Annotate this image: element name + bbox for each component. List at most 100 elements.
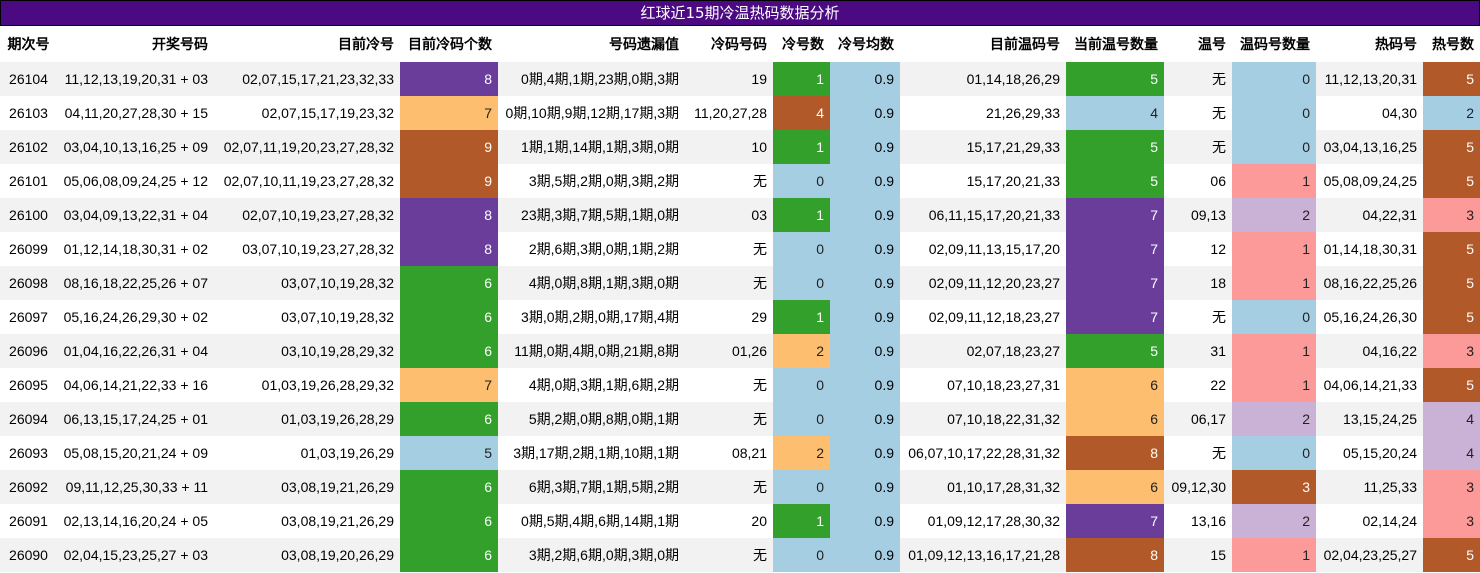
table-row: 26093 05,08,15,20,21,24 + 09 01,03,19,26,2… — [0, 436, 1480, 470]
table-cell: 0.9 — [830, 198, 900, 232]
table-cell: 15 — [1164, 538, 1232, 572]
table-row: 26094 06,13,15,17,24,25 + 01 01,03,19,26,2… — [0, 402, 1480, 436]
table-cell: 01,14,18,26,29 — [900, 62, 1066, 96]
table-cell: 5 — [1066, 130, 1164, 164]
table-cell: 无 — [685, 538, 773, 572]
header-cell[interactable]: 温号 — [1164, 26, 1232, 62]
table-cell: 0.9 — [830, 504, 900, 538]
table-cell: 2期,6期,3期,0期,1期,2期 — [498, 232, 685, 266]
table-cell: 02,14,24 — [1316, 504, 1423, 538]
data-table: 期次号 开奖号码 目前冷号 目前冷码个数 号码遗漏值 冷码号码 冷号数 冷号均数… — [0, 26, 1480, 572]
table-cell: 3 — [1423, 198, 1480, 232]
table-cell: 03,04,09,13,22,31 + 04 — [57, 198, 214, 232]
table-cell: 26096 — [0, 334, 57, 368]
table-row: 26090 02,04,15,23,25,27 + 03 03,08,19,20,2… — [0, 538, 1480, 572]
table-cell: 0 — [1232, 62, 1316, 96]
header-cell[interactable]: 目前冷号 — [214, 26, 400, 62]
table-cell: 26099 — [0, 232, 57, 266]
table-cell: 26094 — [0, 402, 57, 436]
table-cell: 7 — [1066, 232, 1164, 266]
table-cell: 3 — [1423, 470, 1480, 504]
table-cell: 21,26,29,33 — [900, 96, 1066, 130]
table-cell: 无 — [685, 402, 773, 436]
table-cell: 04,06,14,21,33 — [1316, 368, 1423, 402]
table-row: 26102 03,04,10,13,16,25 + 09 02,07,11,19,2… — [0, 130, 1480, 164]
table-cell: 19 — [685, 62, 773, 96]
header-cell[interactable]: 冷码号码 — [685, 26, 773, 62]
table-cell: 1 — [773, 504, 830, 538]
table-cell: 02,13,14,16,20,24 + 05 — [57, 504, 214, 538]
table-row: 26100 03,04,09,13,22,31 + 04 02,07,10,19,2… — [0, 198, 1480, 232]
table-cell: 26101 — [0, 164, 57, 198]
header-cell[interactable]: 冷号数 — [773, 26, 830, 62]
table-cell: 04,06,14,21,22,33 + 16 — [57, 368, 214, 402]
table-body: 26104 11,12,13,19,20,31 + 03 02,07,15,17,2… — [0, 62, 1480, 572]
table-cell: 无 — [685, 368, 773, 402]
table-cell: 11,12,13,19,20,31 + 03 — [57, 62, 214, 96]
table-cell: 8 — [1066, 538, 1164, 572]
table-cell: 03,04,10,13,16,25 + 09 — [57, 130, 214, 164]
table-cell: 02,07,15,17,21,23,32,33 — [214, 62, 400, 96]
table-cell: 03,07,10,19,28,32 — [214, 266, 400, 300]
table-cell: 5 — [1423, 368, 1480, 402]
table-cell: 06,17 — [1164, 402, 1232, 436]
table-cell: 3期,17期,2期,1期,10期,1期 — [498, 436, 685, 470]
header-cell[interactable]: 开奖号码 — [57, 26, 214, 62]
table-cell: 1 — [773, 130, 830, 164]
table-cell: 02,04,23,25,27 — [1316, 538, 1423, 572]
table-cell: 2 — [1232, 504, 1316, 538]
header-cell[interactable]: 热号数 — [1423, 26, 1480, 62]
table-cell: 7 — [1066, 266, 1164, 300]
table-cell: 02,07,10,11,19,23,27,28,32 — [214, 164, 400, 198]
table-cell: 26095 — [0, 368, 57, 402]
table-cell: 26102 — [0, 130, 57, 164]
header-cell[interactable]: 目前温码号 — [900, 26, 1066, 62]
table-cell: 05,16,24,26,30 — [1316, 300, 1423, 334]
header-cell[interactable]: 冷号均数 — [830, 26, 900, 62]
table-cell: 04,16,22 — [1316, 334, 1423, 368]
header-cell[interactable]: 期次号 — [0, 26, 57, 62]
table-cell: 06 — [1164, 164, 1232, 198]
table-cell: 1 — [773, 300, 830, 334]
table-cell: 无 — [1164, 62, 1232, 96]
table-cell: 1 — [1232, 266, 1316, 300]
table-cell: 12 — [1164, 232, 1232, 266]
table-cell: 6 — [1066, 470, 1164, 504]
header-cell[interactable]: 热码号 — [1316, 26, 1423, 62]
table-cell: 01,26 — [685, 334, 773, 368]
table-cell: 26100 — [0, 198, 57, 232]
table-cell: 0期,5期,4期,6期,14期,1期 — [498, 504, 685, 538]
table-cell: 02,04,15,23,25,27 + 03 — [57, 538, 214, 572]
table-cell: 1 — [1232, 538, 1316, 572]
table-cell: 0 — [773, 368, 830, 402]
table-cell: 7 — [1066, 300, 1164, 334]
header-cell[interactable]: 号码遗漏值 — [498, 26, 685, 62]
table-cell: 15,17,21,29,33 — [900, 130, 1066, 164]
table-cell: 03,04,13,16,25 — [1316, 130, 1423, 164]
table-cell: 0 — [1232, 436, 1316, 470]
table-cell: 0 — [773, 470, 830, 504]
header-cell[interactable]: 目前冷码个数 — [400, 26, 498, 62]
table-cell: 无 — [685, 266, 773, 300]
table-cell: 18 — [1164, 266, 1232, 300]
table-cell: 8 — [400, 232, 498, 266]
table-cell: 3期,0期,2期,0期,17期,4期 — [498, 300, 685, 334]
table-cell: 02,09,11,12,18,23,27 — [900, 300, 1066, 334]
table-cell: 05,08,09,24,25 — [1316, 164, 1423, 198]
table-cell: 0期,4期,1期,23期,0期,3期 — [498, 62, 685, 96]
table-cell: 6 — [400, 504, 498, 538]
table-cell: 2 — [773, 436, 830, 470]
table-row: 26095 04,06,14,21,22,33 + 16 01,03,19,26,2… — [0, 368, 1480, 402]
table-cell: 01,12,14,18,30,31 + 02 — [57, 232, 214, 266]
header-cell[interactable]: 温码号数量 — [1232, 26, 1316, 62]
table-cell: 26090 — [0, 538, 57, 572]
table-cell: 02,07,18,23,27 — [900, 334, 1066, 368]
table-cell: 无 — [1164, 130, 1232, 164]
table-cell: 26091 — [0, 504, 57, 538]
table-cell: 0.9 — [830, 96, 900, 130]
table-cell: 05,06,08,09,24,25 + 12 — [57, 164, 214, 198]
table-cell: 08,21 — [685, 436, 773, 470]
table-cell: 无 — [1164, 96, 1232, 130]
header-cell[interactable]: 当前温号数量 — [1066, 26, 1164, 62]
table-cell: 09,11,12,25,30,33 + 11 — [57, 470, 214, 504]
